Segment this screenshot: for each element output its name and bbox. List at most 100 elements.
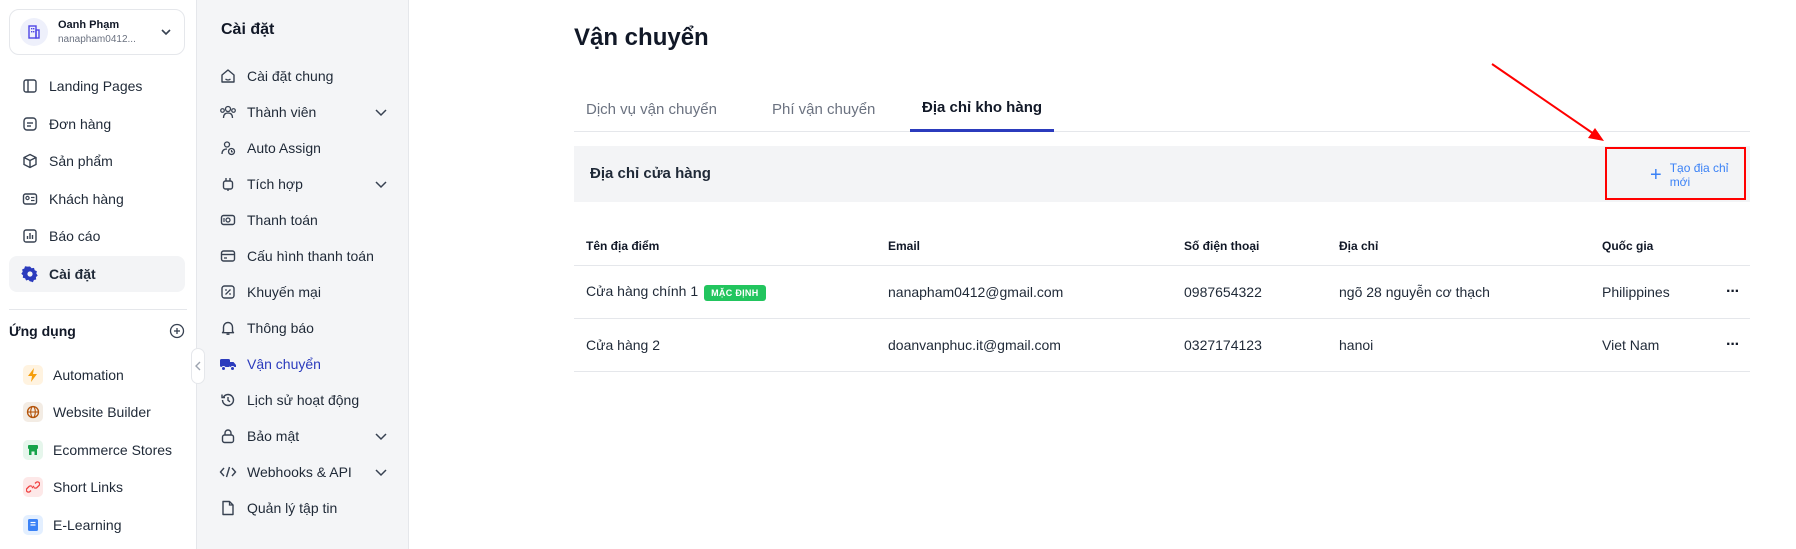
app-item-label: Ecommerce Stores xyxy=(53,441,173,458)
chevron-down-icon[interactable] xyxy=(373,464,389,480)
chevron-down-icon[interactable] xyxy=(158,24,174,40)
settings-item-promotions[interactable]: Khuyến mại xyxy=(219,274,395,310)
settings-item-security[interactable]: Bảo mật xyxy=(219,418,395,454)
auto-assign-icon xyxy=(219,139,237,157)
store-icon xyxy=(23,439,43,460)
settings-item-label: Thanh toán xyxy=(247,212,318,228)
settings-item-label: Webhooks & API xyxy=(247,464,352,480)
globe-icon xyxy=(23,402,43,423)
sidebar-collapse-handle[interactable] xyxy=(191,348,205,384)
settings-item-label: Quản lý tập tin xyxy=(247,500,338,516)
nav-item-orders[interactable]: Đơn hàng xyxy=(9,106,185,142)
chevron-down-icon[interactable] xyxy=(373,104,389,120)
settings-sidebar: Cài đặt Cài đặt chung Thành viên Auto As… xyxy=(197,0,409,549)
app-item-short-links[interactable]: Short Links xyxy=(9,469,185,507)
settings-item-payment-config[interactable]: Cấu hình thanh toán xyxy=(219,238,395,274)
building-icon xyxy=(20,18,48,46)
nav-item-products[interactable]: Sản phẩm xyxy=(9,143,185,179)
settings-title: Cài đặt xyxy=(221,21,275,38)
home-icon xyxy=(219,67,237,85)
history-icon xyxy=(219,391,237,409)
settings-item-label: Tích hợp xyxy=(247,176,303,192)
tab-shipping-services[interactable]: Dịch vụ vận chuyển xyxy=(574,86,729,132)
settings-item-label: Auto Assign xyxy=(247,140,321,156)
settings-item-file-manager[interactable]: Quản lý tập tin xyxy=(219,490,395,526)
apps-title: Ứng dụng xyxy=(9,323,76,339)
nav-item-label: Báo cáo xyxy=(49,228,101,244)
app-item-label: Short Links xyxy=(53,479,124,496)
main-content: Vận chuyển Dịch vụ vận chuyển Phí vận ch… xyxy=(409,0,1796,549)
settings-item-members[interactable]: Thành viên xyxy=(219,94,395,130)
settings-item-auto-assign[interactable]: Auto Assign xyxy=(219,130,395,166)
more-options-icon[interactable]: ··· xyxy=(1726,336,1740,354)
users-icon xyxy=(219,103,237,121)
settings-item-label: Vận chuyển xyxy=(247,356,321,372)
column-header: Tên địa điểm xyxy=(586,238,660,253)
chevron-down-icon[interactable] xyxy=(373,428,389,444)
settings-item-payment[interactable]: Thanh toán xyxy=(219,202,395,238)
account-switcher[interactable]: Oanh Phạm nanapham0412... xyxy=(9,9,185,55)
code-icon xyxy=(219,463,237,481)
section-title: Địa chỉ cửa hàng xyxy=(590,165,711,182)
app-item-label: E-Learning xyxy=(53,516,122,533)
bell-icon xyxy=(219,319,237,337)
tabs: Dịch vụ vận chuyển Phí vận chuyển Địa ch… xyxy=(574,86,1750,132)
location-name: Cửa hàng chính 1 xyxy=(586,283,699,300)
app-item-e-learning[interactable]: E-Learning xyxy=(9,506,185,544)
nav-item-label: Đơn hàng xyxy=(49,115,112,132)
settings-item-shipping[interactable]: Vận chuyển xyxy=(219,346,395,382)
cell-country: Viet Nam xyxy=(1602,337,1660,353)
annotation-highlight-box xyxy=(1605,147,1746,200)
column-header: Địa chỉ xyxy=(1339,238,1379,253)
settings-item-activity-history[interactable]: Lịch sử hoạt động xyxy=(219,382,395,418)
plug-icon xyxy=(219,175,237,193)
cell-email: doanvanphuc.it@gmail.com xyxy=(888,337,1061,353)
chevron-down-icon[interactable] xyxy=(373,176,389,192)
chevron-left-icon xyxy=(195,361,201,371)
app-item-website-builder[interactable]: Website Builder xyxy=(9,394,185,432)
app-item-label: Website Builder xyxy=(53,404,151,421)
settings-item-label: Khuyến mại xyxy=(247,284,321,300)
table-row[interactable]: Cửa hàng 2 doanvanphuc.it@gmail.com 0327… xyxy=(574,319,1750,372)
cell-email: nanapham0412@gmail.com xyxy=(888,284,1064,300)
nav-item-settings[interactable]: Cài đặt xyxy=(9,255,185,292)
app-item-ecommerce-stores[interactable]: Ecommerce Stores xyxy=(9,431,185,469)
cash-icon xyxy=(219,211,237,229)
table-row[interactable]: Cửa hàng chính 1 MẶC ĐỊNH nanapham0412@gm… xyxy=(574,266,1750,319)
cell-address: hanoi xyxy=(1339,337,1374,353)
settings-item-general[interactable]: Cài đặt chung xyxy=(219,58,395,94)
pages-icon xyxy=(21,77,39,95)
lightning-icon xyxy=(23,364,43,385)
location-name: Cửa hàng 2 xyxy=(586,337,660,353)
tab-warehouse-address[interactable]: Địa chỉ kho hàng xyxy=(910,86,1055,132)
discount-icon xyxy=(219,283,237,301)
settings-item-notifications[interactable]: Thông báo xyxy=(219,310,395,346)
nav-item-customers[interactable]: Khách hàng xyxy=(9,181,185,217)
account-email: nanapham0412... xyxy=(58,34,136,45)
cell-phone: 0987654322 xyxy=(1184,284,1262,300)
sidebar-divider xyxy=(9,309,187,310)
settings-item-integrations[interactable]: Tích hợp xyxy=(219,166,395,202)
app-item-label: Automation xyxy=(53,366,124,383)
settings-item-label: Bảo mật xyxy=(247,428,300,444)
nav-item-reports[interactable]: Báo cáo xyxy=(9,218,185,254)
app-item-automation[interactable]: Automation xyxy=(9,356,185,394)
settings-item-label: Thông báo xyxy=(247,320,314,336)
cell-address: ngõ 28 nguyễn cơ thạch xyxy=(1339,284,1490,300)
table-header: Tên địa điểm Email Số điện thoại Địa chỉ… xyxy=(574,226,1750,266)
chart-icon xyxy=(21,227,39,245)
apps-list: Automation Website Builder Ecommerce Sto… xyxy=(9,356,185,544)
main-nav: Landing Pages Đơn hàng Sản phẩm Khách hà… xyxy=(9,68,185,293)
gear-icon xyxy=(21,265,39,283)
orders-icon xyxy=(21,115,39,133)
section-header: Địa chỉ cửa hàng + Tạo địa chỉ mới xyxy=(574,146,1750,202)
settings-item-label: Cấu hình thanh toán xyxy=(247,248,374,264)
nav-item-label: Cài đặt xyxy=(49,265,96,282)
nav-item-landing-pages[interactable]: Landing Pages xyxy=(9,68,185,104)
settings-list: Cài đặt chung Thành viên Auto Assign Tíc… xyxy=(219,58,395,526)
plus-circle-icon[interactable] xyxy=(169,323,185,339)
settings-item-webhooks-api[interactable]: Webhooks & API xyxy=(219,454,395,490)
column-header: Email xyxy=(888,238,921,253)
tab-shipping-fees[interactable]: Phí vận chuyển xyxy=(760,86,887,132)
more-options-icon[interactable]: ··· xyxy=(1726,283,1740,301)
